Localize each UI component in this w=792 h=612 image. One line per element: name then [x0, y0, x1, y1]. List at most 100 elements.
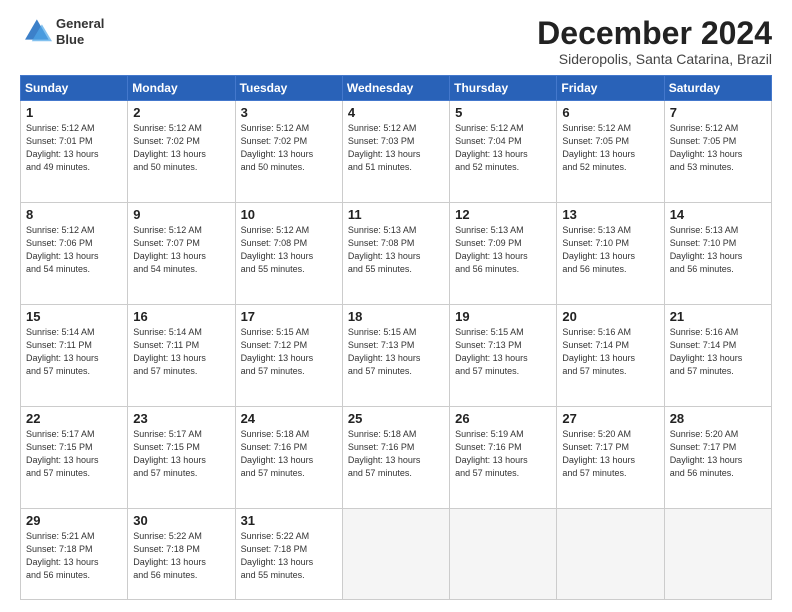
- weekday-header-wednesday: Wednesday: [342, 76, 449, 101]
- day-info: Sunrise: 5:22 AMSunset: 7:18 PMDaylight:…: [241, 530, 337, 582]
- day-number: 12: [455, 207, 551, 222]
- day-number: 6: [562, 105, 658, 120]
- calendar-cell: 5 Sunrise: 5:12 AMSunset: 7:04 PMDaylight…: [450, 101, 557, 203]
- day-number: 11: [348, 207, 444, 222]
- day-number: 20: [562, 309, 658, 324]
- day-info: Sunrise: 5:12 AMSunset: 7:01 PMDaylight:…: [26, 122, 122, 174]
- calendar-cell: 11 Sunrise: 5:13 AMSunset: 7:08 PMDayligh…: [342, 203, 449, 305]
- day-info: Sunrise: 5:15 AMSunset: 7:13 PMDaylight:…: [455, 326, 551, 378]
- calendar-week-2: 8 Sunrise: 5:12 AMSunset: 7:06 PMDaylight…: [21, 203, 772, 305]
- calendar-cell: 21 Sunrise: 5:16 AMSunset: 7:14 PMDayligh…: [664, 305, 771, 407]
- calendar-cell: 22Sunrise: 5:17 AMSunset: 7:15 PMDayligh…: [21, 407, 128, 509]
- day-info: Sunrise: 5:13 AMSunset: 7:08 PMDaylight:…: [348, 224, 444, 276]
- day-info: Sunrise: 5:13 AMSunset: 7:09 PMDaylight:…: [455, 224, 551, 276]
- day-info: Sunrise: 5:12 AMSunset: 7:03 PMDaylight:…: [348, 122, 444, 174]
- day-info: Sunrise: 5:21 AMSunset: 7:18 PMDaylight:…: [26, 530, 122, 582]
- calendar-cell: 12 Sunrise: 5:13 AMSunset: 7:09 PMDayligh…: [450, 203, 557, 305]
- logo: General Blue: [20, 16, 104, 48]
- day-number: 7: [670, 105, 766, 120]
- header: General Blue December 2024 Sideropolis, …: [20, 16, 772, 67]
- day-info: Sunrise: 5:13 AMSunset: 7:10 PMDaylight:…: [670, 224, 766, 276]
- calendar-cell: 7 Sunrise: 5:12 AMSunset: 7:05 PMDaylight…: [664, 101, 771, 203]
- day-number: 2: [133, 105, 229, 120]
- calendar-cell: 27Sunrise: 5:20 AMSunset: 7:17 PMDayligh…: [557, 407, 664, 509]
- calendar-cell: 14 Sunrise: 5:13 AMSunset: 7:10 PMDayligh…: [664, 203, 771, 305]
- page: General Blue December 2024 Sideropolis, …: [0, 0, 792, 612]
- day-number: 22: [26, 411, 122, 426]
- day-info: Sunrise: 5:16 AMSunset: 7:14 PMDaylight:…: [562, 326, 658, 378]
- calendar-cell: 1 Sunrise: 5:12 AMSunset: 7:01 PMDaylight…: [21, 101, 128, 203]
- day-info: Sunrise: 5:14 AMSunset: 7:11 PMDaylight:…: [133, 326, 229, 378]
- day-info: Sunrise: 5:12 AMSunset: 7:04 PMDaylight:…: [455, 122, 551, 174]
- day-number: 25: [348, 411, 444, 426]
- calendar-cell: 28 Sunrise: 5:20 AMSunset: 7:17 PMDayligh…: [664, 407, 771, 509]
- day-info: Sunrise: 5:18 AMSunset: 7:16 PMDaylight:…: [348, 428, 444, 480]
- calendar-week-1: 1 Sunrise: 5:12 AMSunset: 7:01 PMDaylight…: [21, 101, 772, 203]
- calendar-cell: 17 Sunrise: 5:15 AMSunset: 7:12 PMDayligh…: [235, 305, 342, 407]
- calendar-cell: 8 Sunrise: 5:12 AMSunset: 7:06 PMDaylight…: [21, 203, 128, 305]
- calendar-cell: 9Sunrise: 5:12 AMSunset: 7:07 PMDaylight…: [128, 203, 235, 305]
- day-number: 13: [562, 207, 658, 222]
- day-info: Sunrise: 5:15 AMSunset: 7:13 PMDaylight:…: [348, 326, 444, 378]
- day-info: Sunrise: 5:17 AMSunset: 7:15 PMDaylight:…: [133, 428, 229, 480]
- day-info: Sunrise: 5:18 AMSunset: 7:16 PMDaylight:…: [241, 428, 337, 480]
- day-number: 14: [670, 207, 766, 222]
- calendar-cell: 29 Sunrise: 5:21 AMSunset: 7:18 PMDayligh…: [21, 509, 128, 600]
- calendar-cell: [664, 509, 771, 600]
- day-number: 4: [348, 105, 444, 120]
- calendar-cell: 19 Sunrise: 5:15 AMSunset: 7:13 PMDayligh…: [450, 305, 557, 407]
- calendar-cell: 13Sunrise: 5:13 AMSunset: 7:10 PMDayligh…: [557, 203, 664, 305]
- calendar-cell: 15 Sunrise: 5:14 AMSunset: 7:11 PMDayligh…: [21, 305, 128, 407]
- calendar-cell: 18Sunrise: 5:15 AMSunset: 7:13 PMDayligh…: [342, 305, 449, 407]
- day-info: Sunrise: 5:19 AMSunset: 7:16 PMDaylight:…: [455, 428, 551, 480]
- calendar-cell: 30Sunrise: 5:22 AMSunset: 7:18 PMDayligh…: [128, 509, 235, 600]
- calendar-week-3: 15 Sunrise: 5:14 AMSunset: 7:11 PMDayligh…: [21, 305, 772, 407]
- day-number: 23: [133, 411, 229, 426]
- calendar-cell: 24Sunrise: 5:18 AMSunset: 7:16 PMDayligh…: [235, 407, 342, 509]
- day-number: 30: [133, 513, 229, 528]
- calendar-cell: [342, 509, 449, 600]
- day-number: 27: [562, 411, 658, 426]
- weekday-header-row: SundayMondayTuesdayWednesdayThursdayFrid…: [21, 76, 772, 101]
- day-number: 17: [241, 309, 337, 324]
- day-number: 21: [670, 309, 766, 324]
- calendar-cell: 3Sunrise: 5:12 AMSunset: 7:02 PMDaylight…: [235, 101, 342, 203]
- day-number: 8: [26, 207, 122, 222]
- day-number: 28: [670, 411, 766, 426]
- month-title: December 2024: [537, 16, 772, 51]
- day-number: 31: [241, 513, 337, 528]
- calendar-cell: 31 Sunrise: 5:22 AMSunset: 7:18 PMDayligh…: [235, 509, 342, 600]
- day-info: Sunrise: 5:14 AMSunset: 7:11 PMDaylight:…: [26, 326, 122, 378]
- calendar-cell: 2 Sunrise: 5:12 AMSunset: 7:02 PMDaylight…: [128, 101, 235, 203]
- calendar-week-4: 22 Sunrise: 5:17 AMSunset: 7:15 PMDayligh…: [21, 407, 772, 509]
- logo-icon: [20, 16, 52, 48]
- title-block: December 2024 Sideropolis, Santa Catarin…: [537, 16, 772, 67]
- logo-text: General Blue: [56, 16, 104, 47]
- calendar-cell: 4 Sunrise: 5:12 AMSunset: 7:03 PMDaylight…: [342, 101, 449, 203]
- day-number: 16: [133, 309, 229, 324]
- day-info: Sunrise: 5:20 AMSunset: 7:17 PMDaylight:…: [670, 428, 766, 480]
- calendar-cell: [557, 509, 664, 600]
- day-number: 1: [26, 105, 122, 120]
- calendar-week-5: 29 Sunrise: 5:21 AMSunset: 7:18 PMDayligh…: [21, 509, 772, 600]
- day-info: Sunrise: 5:12 AMSunset: 7:02 PMDaylight:…: [133, 122, 229, 174]
- day-info: Sunrise: 5:12 AMSunset: 7:02 PMDaylight:…: [241, 122, 337, 174]
- calendar-cell: [450, 509, 557, 600]
- weekday-header-sunday: Sunday: [21, 76, 128, 101]
- day-info: Sunrise: 5:15 AMSunset: 7:12 PMDaylight:…: [241, 326, 337, 378]
- day-info: Sunrise: 5:12 AMSunset: 7:06 PMDaylight:…: [26, 224, 122, 276]
- day-number: 19: [455, 309, 551, 324]
- weekday-header-monday: Monday: [128, 76, 235, 101]
- calendar-cell: 25 Sunrise: 5:18 AMSunset: 7:16 PMDayligh…: [342, 407, 449, 509]
- day-info: Sunrise: 5:12 AMSunset: 7:05 PMDaylight:…: [670, 122, 766, 174]
- day-info: Sunrise: 5:12 AMSunset: 7:07 PMDaylight:…: [133, 224, 229, 276]
- weekday-header-friday: Friday: [557, 76, 664, 101]
- day-number: 29: [26, 513, 122, 528]
- day-number: 5: [455, 105, 551, 120]
- calendar-cell: 20 Sunrise: 5:16 AMSunset: 7:14 PMDayligh…: [557, 305, 664, 407]
- day-number: 15: [26, 309, 122, 324]
- day-info: Sunrise: 5:16 AMSunset: 7:14 PMDaylight:…: [670, 326, 766, 378]
- calendar-cell: 10Sunrise: 5:12 AMSunset: 7:08 PMDayligh…: [235, 203, 342, 305]
- day-info: Sunrise: 5:12 AMSunset: 7:05 PMDaylight:…: [562, 122, 658, 174]
- weekday-header-thursday: Thursday: [450, 76, 557, 101]
